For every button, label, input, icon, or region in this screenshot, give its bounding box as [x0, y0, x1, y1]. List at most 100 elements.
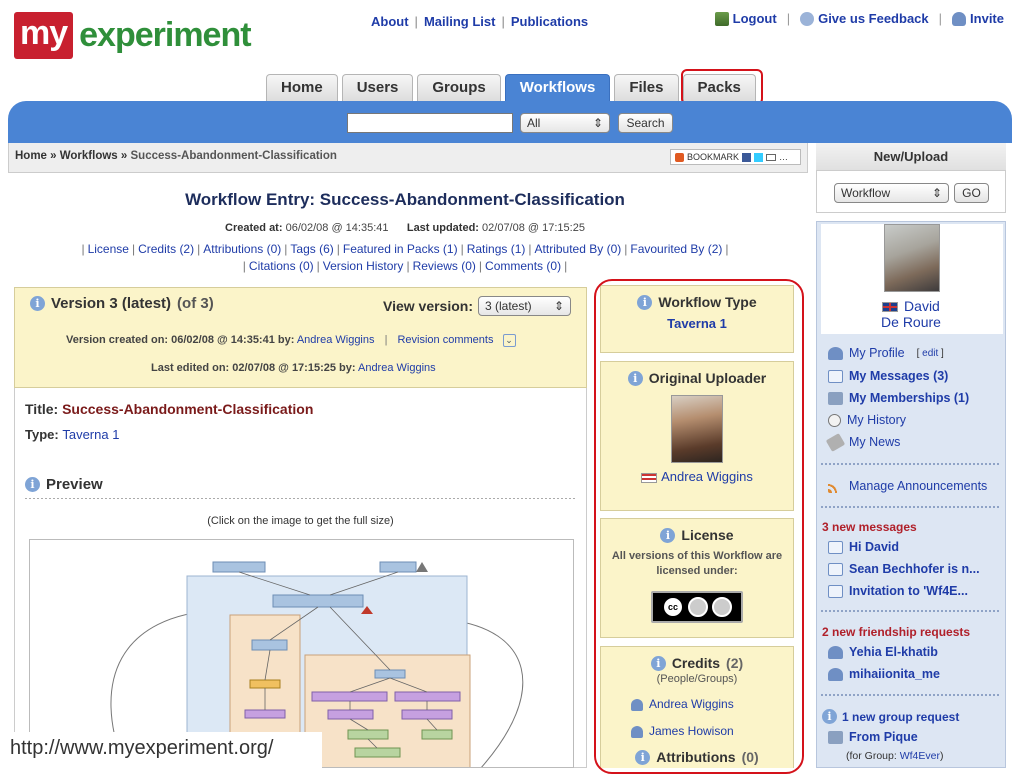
- avatar[interactable]: [884, 224, 940, 292]
- logout-link[interactable]: Logout: [714, 11, 777, 26]
- license-link[interactable]: License: [88, 242, 129, 256]
- edit-profile-link[interactable]: edit: [922, 348, 938, 359]
- feedback-link[interactable]: Give us Feedback: [800, 11, 929, 26]
- citations-link[interactable]: Citations (0): [249, 259, 314, 273]
- profile-name-line1[interactable]: David: [904, 298, 940, 314]
- message-item[interactable]: Sean Bechhofer is n...: [828, 562, 980, 576]
- info-icon: i: [822, 709, 837, 724]
- friend-request-item[interactable]: mihaiionita_me: [828, 667, 940, 681]
- new-upload-select[interactable]: Workflow ⇕: [834, 183, 949, 203]
- group-request-heading: i1 new group request: [822, 709, 959, 724]
- favourited-by-link[interactable]: Favourited By (2): [630, 242, 722, 256]
- tag-icon: [825, 432, 846, 452]
- about-link[interactable]: About: [371, 14, 409, 29]
- logo-part-experiment: experiment: [79, 15, 251, 54]
- breadcrumb-workflows[interactable]: Workflows: [60, 150, 118, 162]
- envelope-icon: [828, 369, 843, 383]
- divider: [25, 498, 576, 499]
- workflow-section-links: | License | Credits (2) | Attributions (0) | Ta…: [81, 242, 729, 256]
- tags-link[interactable]: Tags (6): [290, 242, 333, 256]
- select-arrows-icon: ⇕: [931, 186, 942, 200]
- twitter-icon[interactable]: [754, 152, 764, 162]
- bookmark-widget[interactable]: BOOKMARK …: [670, 149, 801, 165]
- breadcrumb: Home » Workflows » Success-Abandonment-C…: [15, 150, 337, 162]
- divider: [821, 610, 999, 612]
- view-version-label: View version:: [383, 298, 474, 314]
- tab-workflows[interactable]: Workflows: [504, 74, 611, 101]
- site-url: http://www.myexperiment.org/: [10, 737, 274, 759]
- clock-icon: [828, 413, 841, 427]
- my-profile-link[interactable]: My Profile[ edit ]: [828, 346, 944, 360]
- version-creator-link[interactable]: Andrea Wiggins: [297, 334, 375, 346]
- divider: [821, 694, 999, 696]
- reviews-link[interactable]: Reviews (0): [413, 259, 476, 273]
- sidebar-highlight-annotation: [594, 279, 804, 774]
- myexperiment-logo[interactable]: my experiment: [14, 10, 252, 60]
- divider: [821, 506, 999, 508]
- info-icon: i: [25, 477, 40, 492]
- ratings-link[interactable]: Ratings (1): [467, 242, 526, 256]
- version-created-info: Version created on: 06/02/08 @ 14:35:41 …: [66, 334, 516, 347]
- created-date: 06/02/08 @ 14:35:41: [285, 222, 389, 234]
- my-memberships-link[interactable]: My Memberships (1): [828, 391, 969, 405]
- tab-home[interactable]: Home: [266, 74, 338, 101]
- top-links: About | Mailing List | Publications: [371, 14, 589, 29]
- search-button[interactable]: Search: [618, 113, 673, 133]
- workflow-dates: Created at: 06/02/08 @ 14:35:41 Last upd…: [225, 222, 585, 234]
- envelope-icon: [828, 540, 843, 554]
- workflow-type-link[interactable]: Taverna 1: [62, 427, 119, 442]
- group-request-item[interactable]: From Pique: [828, 730, 918, 744]
- tab-files[interactable]: Files: [614, 74, 679, 101]
- search-input[interactable]: [347, 113, 513, 133]
- user-icon: [828, 346, 843, 360]
- attributed-by-link[interactable]: Attributed By (0): [535, 242, 622, 256]
- message-item[interactable]: Invitation to 'Wf4E...: [828, 584, 968, 598]
- go-button[interactable]: GO: [954, 183, 989, 203]
- my-messages-link[interactable]: My Messages (3): [828, 369, 948, 383]
- group-link[interactable]: Wf4Ever: [900, 750, 940, 762]
- page-title: Workflow Entry: Success-Abandonment-Clas…: [185, 190, 625, 209]
- comments-link[interactable]: Comments (0): [485, 259, 561, 273]
- version-title: i Version 3 (latest) (of 3): [30, 295, 214, 312]
- rss-icon: [828, 479, 843, 493]
- search-scope-select[interactable]: All ⇕: [520, 113, 610, 133]
- packs-highlight-annotation: [681, 69, 763, 105]
- version-select[interactable]: 3 (latest) ⇕: [478, 296, 571, 316]
- tab-groups[interactable]: Groups: [417, 74, 501, 101]
- manage-announcements-link[interactable]: Manage Announcements: [828, 479, 987, 493]
- workflow-title-line: Title: Success-Abandonment-Classificatio…: [25, 401, 314, 417]
- version-history-link[interactable]: Version History: [323, 259, 404, 273]
- more-icon[interactable]: …: [779, 152, 788, 162]
- credits-link[interactable]: Credits (2): [138, 242, 194, 256]
- breadcrumb-home[interactable]: Home: [15, 150, 47, 162]
- profile-name-line2[interactable]: De Roure: [881, 314, 941, 330]
- updated-date: 02/07/08 @ 17:15:25: [482, 222, 585, 234]
- attributions-link[interactable]: Attributions (0): [203, 242, 281, 256]
- my-history-link[interactable]: My History: [828, 413, 906, 427]
- message-item[interactable]: Hi David: [828, 540, 899, 554]
- mailing-list-link[interactable]: Mailing List: [424, 14, 496, 29]
- envelope-icon: [828, 584, 843, 598]
- logo-part-my: my: [14, 11, 74, 59]
- logout-icon: [714, 11, 729, 26]
- publications-link[interactable]: Publications: [511, 14, 588, 29]
- bookmark-plus-icon: [675, 152, 684, 162]
- facebook-icon[interactable]: [742, 152, 752, 162]
- featured-in-packs-link[interactable]: Featured in Packs (1): [343, 242, 458, 256]
- preview-heading: i Preview: [25, 476, 103, 493]
- friendship-requests-heading: 2 new friendship requests: [822, 625, 971, 639]
- workflow-section-links-2: | Citations (0) | Version History | Reviews (…: [242, 259, 568, 273]
- uk-flag-icon: [882, 302, 899, 313]
- email-icon[interactable]: [766, 153, 777, 161]
- friend-request-item[interactable]: Yehia El-khatib: [828, 645, 938, 659]
- invite-link[interactable]: Invite: [952, 11, 1004, 26]
- expand-icon[interactable]: ⌄: [502, 334, 516, 347]
- my-news-link[interactable]: My News: [825, 432, 900, 452]
- select-arrows-icon: ⇕: [592, 116, 603, 130]
- new-upload-heading: New/Upload: [816, 143, 1006, 171]
- group-request-target: (for Group: Wf4Ever): [846, 750, 944, 762]
- version-editor-link[interactable]: Andrea Wiggins: [358, 362, 436, 374]
- revision-comments-link[interactable]: Revision comments: [397, 334, 493, 346]
- bookmark-label: BOOKMARK: [687, 152, 740, 162]
- tab-users[interactable]: Users: [341, 74, 414, 101]
